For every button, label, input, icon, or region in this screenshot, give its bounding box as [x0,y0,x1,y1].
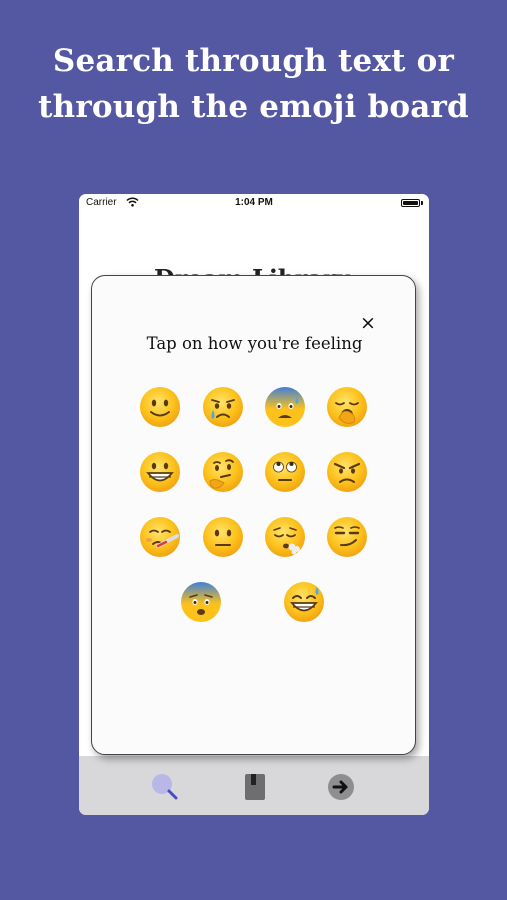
headline-line-1: Search through text or [52,43,455,79]
grinning-face-with-sweat-emoji[interactable] [283,581,325,623]
slightly-smiling-face-emoji[interactable] [139,386,181,428]
modal-title: Tap on how you're feeling [146,334,363,353]
yawning-face-emoji[interactable] [326,386,368,428]
face-exhaling-emoji[interactable] [264,516,306,558]
crying-face-emoji[interactable] [202,386,244,428]
headline: Search through text or through the emoji… [0,38,507,130]
face-with-thermometer-emoji[interactable] [139,516,181,558]
thinking-face-emoji[interactable] [202,451,244,493]
battery-icon [401,199,420,207]
battery-tip [421,201,423,205]
anxious-face-with-sweat-emoji[interactable] [264,386,306,428]
close-button[interactable]: × [359,314,377,333]
status-bar: Carrier 1:04 PM [79,194,429,212]
book-icon [245,774,265,800]
fearful-face-emoji[interactable] [180,581,222,623]
tab-bar [79,756,429,815]
headline-line-2: through the emoji board [38,89,469,125]
clock: 1:04 PM [235,197,273,208]
grinning-face-emoji[interactable] [139,451,181,493]
smirking-face-emoji[interactable] [326,516,368,558]
face-with-rolling-eyes-emoji[interactable] [264,451,306,493]
emoji-picker-modal: × Tap on how you're feeling [91,275,416,755]
search-tab-button[interactable] [150,772,180,802]
angry-face-emoji[interactable] [326,451,368,493]
library-tab-button[interactable] [240,772,270,802]
next-tab-button[interactable] [326,772,356,802]
arrow-right-circle-icon [328,774,354,800]
search-icon [152,774,178,800]
neutral-face-emoji[interactable] [202,516,244,558]
